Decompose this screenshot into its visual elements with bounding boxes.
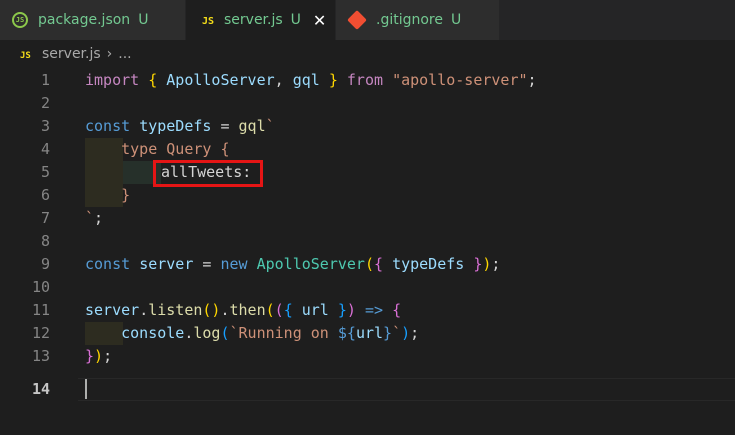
- nodejs-icon: JS: [12, 12, 28, 28]
- code-line: 1 import { ApolloServer, gql } from "apo…: [0, 69, 735, 92]
- code-text: type Query {: [85, 140, 230, 158]
- line-number: 2: [40, 94, 50, 112]
- breadcrumb-file[interactable]: server.js: [42, 46, 101, 62]
- code-line: 5 allTweets:: [0, 161, 735, 184]
- untracked-badge: U: [138, 12, 149, 28]
- code-line: 11 server.listen().then(({ url }) => {: [0, 299, 735, 322]
- line-number: 3: [40, 117, 50, 135]
- code-line: 10: [0, 276, 735, 299]
- text-cursor: [85, 379, 87, 399]
- current-line-highlight: [78, 378, 735, 401]
- code-line: 9 const server = new ApolloServer({ type…: [0, 253, 735, 276]
- tab-gitignore[interactable]: .gitignore U: [336, 0, 499, 40]
- code-text: `;: [85, 209, 104, 227]
- tab-package-json[interactable]: JS package.json U: [0, 0, 185, 40]
- line-number: 13: [31, 347, 50, 365]
- code-text: });: [85, 347, 113, 365]
- code-text: import { ApolloServer, gql } from "apoll…: [85, 71, 537, 89]
- code-line: 7 `;: [0, 207, 735, 230]
- code-line: 13 });: [0, 345, 735, 368]
- untracked-badge: U: [451, 12, 462, 28]
- tab-label: package.json: [38, 12, 131, 28]
- breadcrumb-separator: ›: [106, 46, 113, 62]
- line-number: 7: [40, 209, 50, 227]
- code-editor[interactable]: 1 import { ApolloServer, gql } from "apo…: [0, 68, 735, 435]
- js-icon: JS: [20, 51, 31, 61]
- code-line: 6 }: [0, 184, 735, 207]
- line-number: 6: [40, 186, 50, 204]
- tab-server-js[interactable]: JS server.js U ✕: [186, 0, 335, 40]
- line-number: 14: [31, 380, 50, 398]
- line-number: 5: [40, 163, 50, 181]
- code-line-current: 14: [0, 378, 735, 401]
- code-line: 12 console.log(`Running on ${url}`);: [0, 322, 735, 345]
- tab-label: server.js: [224, 12, 283, 28]
- code-line: 2: [0, 92, 735, 115]
- indent-guide: [85, 161, 123, 184]
- code-text: console.log(`Running on ${url}`);: [121, 324, 420, 342]
- tab-bar: JS package.json U JS server.js U ✕ .giti…: [0, 0, 735, 40]
- code-text: const server = new ApolloServer({ typeDe…: [85, 255, 501, 273]
- code-text: }: [85, 186, 131, 204]
- close-icon[interactable]: ✕: [313, 11, 326, 30]
- line-number: 10: [31, 278, 50, 296]
- line-number: 9: [40, 255, 50, 273]
- code-line: 4 type Query {: [0, 138, 735, 161]
- line-number: 8: [40, 232, 50, 250]
- code-line: 8: [0, 230, 735, 253]
- code-line: 3 const typeDefs = gql`: [0, 115, 735, 138]
- line-number: 11: [31, 301, 50, 319]
- line-number: 1: [40, 71, 50, 89]
- breadcrumb-more[interactable]: ...: [118, 46, 131, 62]
- breadcrumb: JS server.js › ...: [0, 40, 735, 68]
- annotation-highlight-box: [153, 160, 263, 187]
- js-icon: JS: [201, 16, 214, 27]
- code-text: server.listen().then(({ url }) => {: [85, 301, 402, 319]
- line-number: 12: [31, 324, 50, 342]
- git-icon: [347, 10, 367, 30]
- untracked-badge: U: [290, 12, 301, 28]
- line-number: 4: [40, 140, 50, 158]
- code-text: const typeDefs = gql`: [85, 117, 275, 135]
- tab-label: .gitignore: [376, 12, 443, 28]
